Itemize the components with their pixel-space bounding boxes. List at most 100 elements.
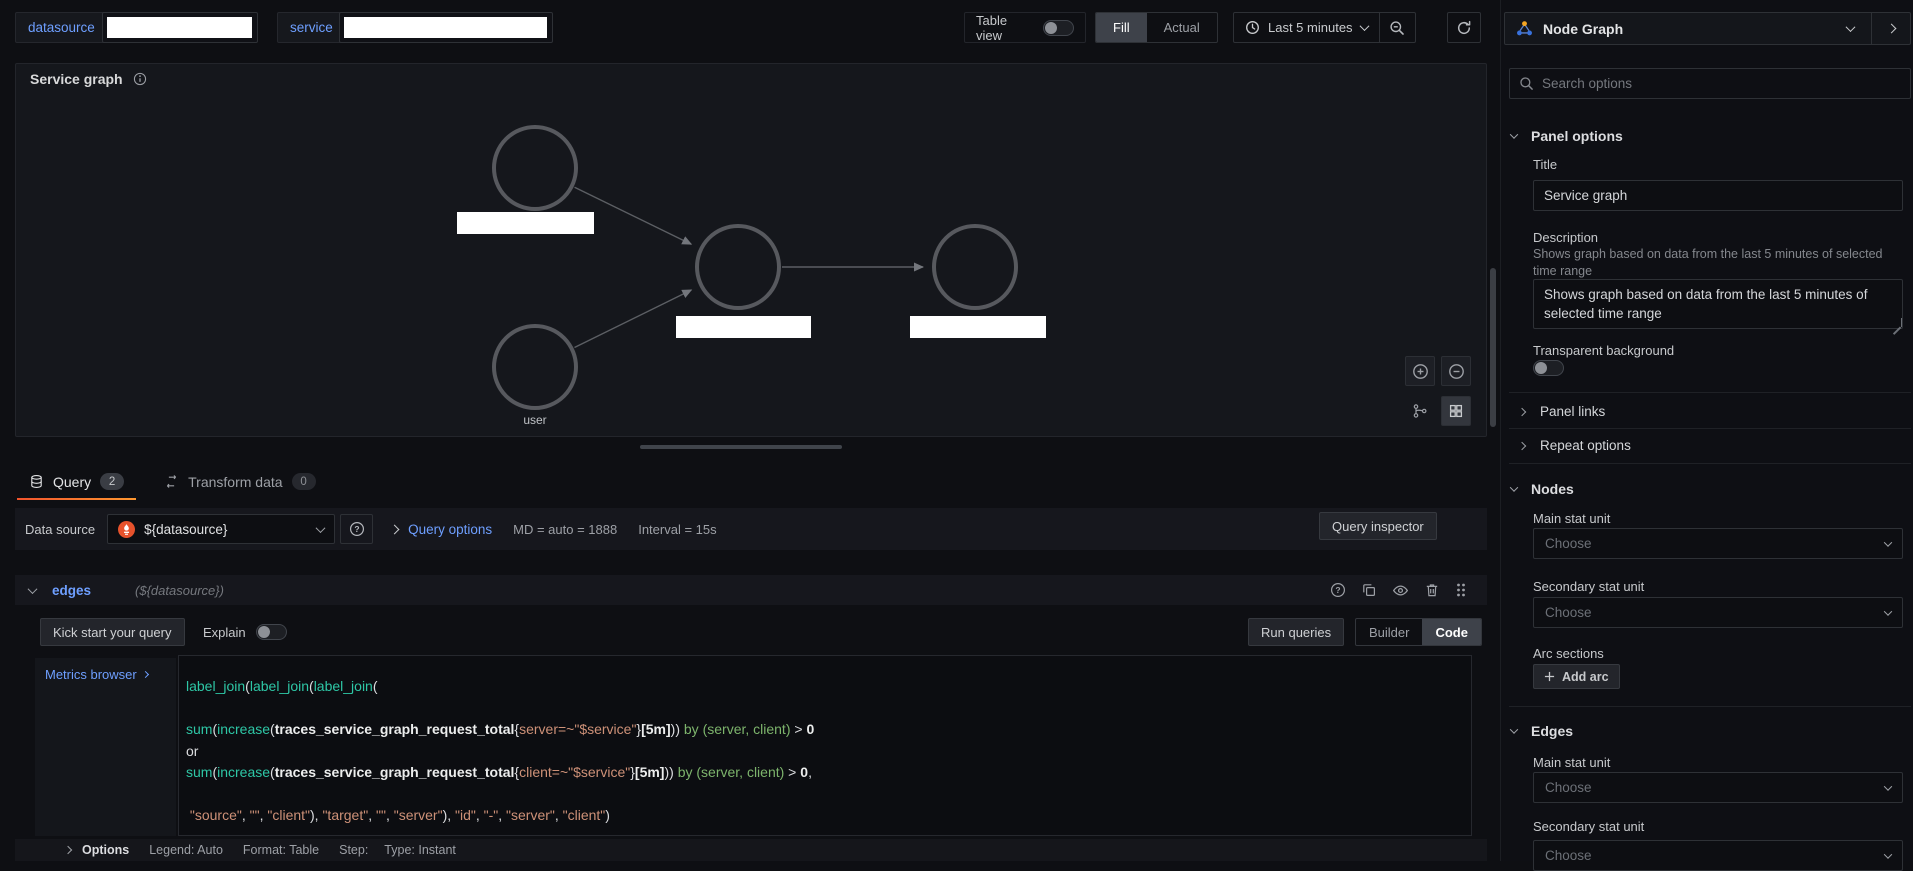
prometheus-icon <box>118 520 136 538</box>
graph-grid-layout-button[interactable] <box>1441 396 1471 426</box>
table-view-toggle[interactable] <box>1043 19 1074 36</box>
refresh-button[interactable] <box>1447 12 1481 43</box>
drag-handle-icon[interactable] <box>1455 582 1467 598</box>
graph-node[interactable] <box>492 324 578 410</box>
time-range-picker[interactable]: Last 5 minutes <box>1234 13 1379 42</box>
tab-label: Transform data <box>188 473 283 490</box>
panel-description-textarea[interactable]: Shows graph based on data from the last … <box>1533 279 1903 329</box>
table-view-label: Table view <box>976 12 1008 43</box>
time-range-controls: Last 5 minutes <box>1233 12 1416 43</box>
graph-zoom-in-button[interactable] <box>1405 356 1435 386</box>
explain-label: Explain <box>203 624 246 640</box>
zoom-out-time-button[interactable] <box>1378 13 1415 42</box>
visualization-picker[interactable]: Node Graph <box>1504 12 1911 45</box>
graph-hierarchy-layout-button[interactable] <box>1405 396 1435 426</box>
legend-summary: Legend: Auto <box>149 843 223 857</box>
transparent-background-label: Transparent background <box>1533 343 1675 358</box>
tab-query[interactable]: Query 2 <box>15 463 138 500</box>
graph-zoom-out-button[interactable] <box>1441 356 1471 386</box>
section-nodes[interactable]: Nodes <box>1509 481 1574 497</box>
run-queries-button[interactable]: Run queries <box>1248 618 1345 646</box>
scrollbar-thumb[interactable] <box>1490 268 1496 427</box>
duplicate-icon[interactable] <box>1361 582 1377 598</box>
tab-label: Query <box>53 473 92 490</box>
redacted-node-label <box>457 212 594 234</box>
trash-icon[interactable] <box>1424 582 1440 598</box>
code-line: sum(increase(traces_service_graph_reques… <box>186 764 812 780</box>
actual-mode-button[interactable]: Actual <box>1147 13 1217 42</box>
chevron-right-icon[interactable] <box>389 524 400 534</box>
search-options-box[interactable] <box>1509 68 1911 99</box>
edges-main-stat-select[interactable]: Choose <box>1533 772 1903 803</box>
chevron-right-icon[interactable] <box>63 845 73 855</box>
add-arc-button[interactable]: Add arc <box>1533 664 1620 689</box>
transform-icon <box>164 474 179 489</box>
nodes-main-stat-select[interactable]: Choose <box>1533 528 1903 559</box>
graph-controls <box>1405 356 1471 426</box>
chevron-down-icon[interactable] <box>27 583 38 594</box>
builder-mode-button[interactable]: Builder <box>1356 619 1422 645</box>
textarea-resize-grip[interactable] <box>1891 317 1902 327</box>
graph-node[interactable] <box>492 125 578 211</box>
panel-resize-handle[interactable] <box>640 445 842 449</box>
max-data-points-text: MD = auto = 1888 <box>513 521 618 537</box>
pane-size-mode: Fill Actual <box>1095 12 1218 43</box>
search-options-input[interactable] <box>1542 76 1901 91</box>
tab-transform-data[interactable]: Transform data 0 <box>150 463 329 500</box>
datasource-help-button[interactable]: ? <box>340 514 374 544</box>
divider <box>1509 428 1911 429</box>
code-line: "source", "", "client"), "target", "", "… <box>189 807 610 823</box>
transparent-background-toggle[interactable] <box>1533 360 1564 376</box>
metrics-browser-link[interactable]: Metrics browser <box>45 667 166 682</box>
divider <box>1509 463 1911 464</box>
code-mode-button[interactable]: Code <box>1422 619 1481 645</box>
edges-secondary-stat-select[interactable]: Choose <box>1533 840 1903 871</box>
query-row-header[interactable]: edges (${datasource}) ? <box>15 575 1487 605</box>
code-line: or <box>186 742 199 759</box>
panel-title-input[interactable] <box>1533 180 1903 211</box>
node-graph-icon <box>1515 19 1534 38</box>
refresh-icon <box>1456 20 1472 36</box>
nodes-main-stat-label: Main stat unit <box>1533 511 1611 526</box>
help-icon[interactable]: ? <box>1330 582 1346 598</box>
variable-label-datasource[interactable]: datasource <box>15 12 108 43</box>
variable-label-service[interactable]: service <box>277 12 346 43</box>
service-graph-canvas[interactable]: user <box>16 64 1488 436</box>
nodes-secondary-stat-select[interactable]: Choose <box>1533 597 1903 628</box>
fill-mode-button[interactable]: Fill <box>1096 13 1147 42</box>
query-inspector-button[interactable]: Query inspector <box>1319 512 1437 540</box>
query-name[interactable]: edges <box>52 583 91 598</box>
query-options-link[interactable]: Query options <box>408 522 492 537</box>
variable-dropdown-service[interactable] <box>339 12 553 43</box>
options-label: Options <box>82 843 130 857</box>
svg-text:?: ? <box>354 524 359 534</box>
section-edges[interactable]: Edges <box>1509 723 1573 739</box>
panel-options-pane: Node Graph Panel options Title Descripti… <box>1500 0 1913 871</box>
section-panel-options[interactable]: Panel options <box>1509 128 1623 144</box>
graph-node[interactable] <box>695 224 781 310</box>
magnifier-minus-icon <box>1389 20 1405 36</box>
metrics-browser-label: Metrics browser <box>45 667 137 682</box>
panel-links-collapsible[interactable]: Panel links <box>1517 404 1605 419</box>
variable-dropdown-datasource[interactable] <box>102 12 258 43</box>
kick-start-query-button[interactable]: Kick start your query <box>40 618 185 646</box>
time-range-label: Last 5 minutes <box>1268 20 1353 35</box>
datasource-picker[interactable]: ${datasource} <box>107 514 336 544</box>
repeat-options-collapsible[interactable]: Repeat options <box>1517 438 1631 453</box>
explain-toggle[interactable] <box>255 624 287 640</box>
database-icon <box>29 474 44 489</box>
query-options-footer[interactable]: Options Legend: Auto Format: Table Step:… <box>15 839 1487 861</box>
description-help-text: Shows graph based on data from the last … <box>1533 247 1883 278</box>
promql-code-editor[interactable]: label_join(label_join(label_join( sum(in… <box>178 655 1472 836</box>
collapse-pane-button[interactable] <box>1871 13 1910 44</box>
visualization-name: Node Graph <box>1543 20 1624 37</box>
query-datasource-hint: (${datasource}) <box>135 582 224 598</box>
svg-text:?: ? <box>1335 585 1340 595</box>
query-row-actions: ? <box>1330 582 1467 599</box>
format-summary: Format: Table <box>242 843 320 857</box>
graph-node-label: user <box>523 413 546 427</box>
graph-node[interactable] <box>932 224 1018 310</box>
chevron-down-icon[interactable] <box>1829 13 1871 44</box>
eye-icon[interactable] <box>1392 582 1409 599</box>
